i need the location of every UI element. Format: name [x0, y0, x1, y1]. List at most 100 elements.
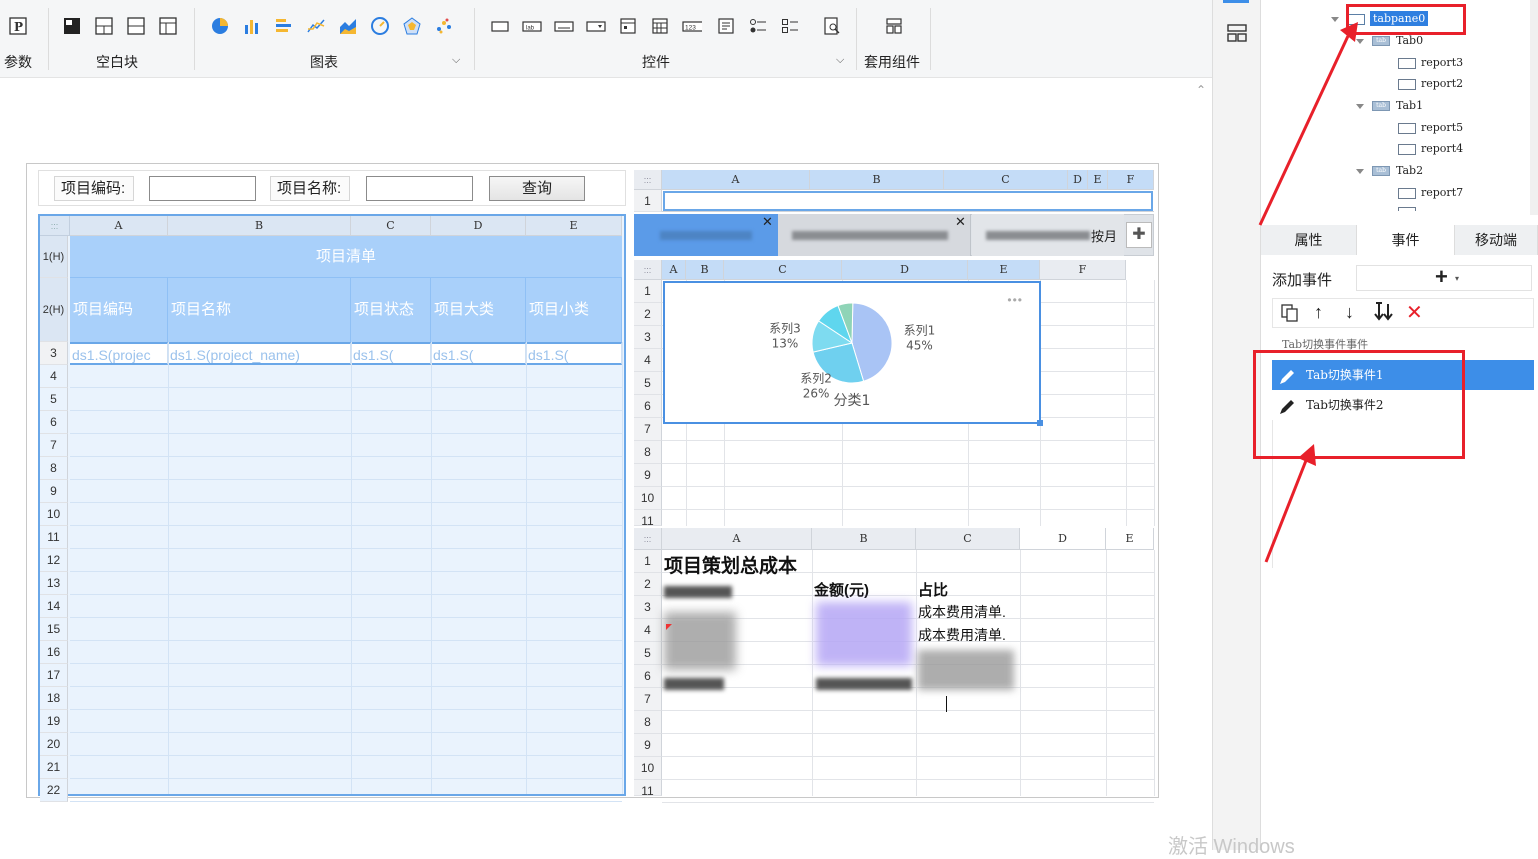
- sheet-corner-handle[interactable]: :::: [634, 260, 662, 280]
- row-header[interactable]: 5: [40, 388, 68, 411]
- param-label[interactable]: 参数: [4, 52, 32, 72]
- column-header[interactable]: B: [168, 216, 351, 236]
- textbox-icon[interactable]: [490, 16, 510, 36]
- report-sheet-left[interactable]: ::: A B C D E 1(H) 2(H) 项目清单 项目编码 项目名称 项目状态 项目大类 项目小类…: [38, 214, 626, 802]
- column-header[interactable]: F: [1040, 260, 1126, 280]
- amount-header-cell[interactable]: 金额(元): [814, 579, 869, 600]
- split-block-icon[interactable]: [94, 16, 114, 36]
- column-header[interactable]: E: [968, 260, 1040, 280]
- horizontal-bar-chart-icon[interactable]: [274, 16, 294, 36]
- horizontal-block-icon[interactable]: [126, 16, 146, 36]
- row-header[interactable]: 17: [40, 664, 68, 687]
- row-header[interactable]: 4: [40, 365, 68, 388]
- column-header[interactable]: B: [812, 528, 916, 550]
- tab-block-icon[interactable]: [158, 16, 178, 36]
- row-header[interactable]: 12: [40, 549, 68, 572]
- row-header[interactable]: 18: [40, 687, 68, 710]
- report-sheet-cost[interactable]: ::: A B C D E 1 2 3 4 5 6 7 8 9 10 11 项目策划总成本 金额(元) 占比 成本费用清…: [634, 528, 1155, 803]
- row-header[interactable]: 9: [634, 734, 662, 757]
- data-cell[interactable]: ds1.S(: [351, 342, 431, 365]
- row-header[interactable]: 6: [634, 395, 662, 418]
- row-header[interactable]: 14: [40, 595, 68, 618]
- row-header[interactable]: 1: [634, 190, 662, 212]
- parameter-icon[interactable]: P: [8, 16, 28, 36]
- row-header[interactable]: 5: [634, 642, 662, 665]
- table-header-cell[interactable]: 项目状态: [351, 278, 431, 342]
- pie-chart-widget[interactable]: ••• 系列1 45% 系列2 26% 系列3 13% 分类1: [663, 281, 1041, 424]
- list-title-cell[interactable]: 项目清单: [70, 236, 622, 278]
- row-header[interactable]: 1: [634, 550, 662, 573]
- chart-expand-icon[interactable]: ⌵: [452, 54, 460, 67]
- sheet-corner-handle[interactable]: :::: [634, 170, 662, 190]
- table-header-cell[interactable]: 项目大类: [431, 278, 526, 342]
- query-button[interactable]: 查询: [489, 176, 585, 201]
- add-tab-icon[interactable]: ✚: [1126, 222, 1152, 248]
- checkbox-group-control-icon[interactable]: [780, 16, 800, 36]
- tab-0-close-icon[interactable]: ✕: [762, 214, 773, 230]
- absolute-block-icon[interactable]: [62, 16, 82, 36]
- row-header[interactable]: 8: [40, 457, 68, 480]
- datepicker-control-icon[interactable]: [618, 16, 638, 36]
- column-header[interactable]: E: [526, 216, 622, 236]
- sheet-corner-handle[interactable]: :::: [634, 528, 662, 550]
- radio-group-control-icon[interactable]: [748, 16, 768, 36]
- data-cell[interactable]: ds1.S(: [431, 342, 526, 365]
- column-header[interactable]: E: [1106, 528, 1154, 550]
- tab-2[interactable]: 按月: [972, 214, 1124, 256]
- table-header-cell[interactable]: 项目名称: [168, 278, 351, 342]
- tab-1-close-icon[interactable]: ✕: [955, 214, 966, 230]
- template-component-label[interactable]: 套用组件: [864, 52, 920, 72]
- calendar-control-icon[interactable]: [650, 16, 670, 36]
- row-header[interactable]: 10: [634, 487, 662, 510]
- cost-title-cell[interactable]: 项目策划总成本: [664, 551, 797, 578]
- button-control-icon[interactable]: [554, 16, 574, 36]
- column-header[interactable]: D: [842, 260, 968, 280]
- project-code-input[interactable]: [149, 176, 256, 201]
- row-header[interactable]: 19: [40, 710, 68, 733]
- row-header[interactable]: 15: [40, 618, 68, 641]
- radar-chart-icon[interactable]: [402, 16, 422, 36]
- template-component-icon[interactable]: [884, 16, 904, 36]
- data-cell[interactable]: ds1.S(: [526, 342, 622, 365]
- row-header[interactable]: 3: [634, 596, 662, 619]
- row-header[interactable]: 2(H): [40, 278, 68, 342]
- column-header[interactable]: F: [1108, 170, 1154, 190]
- column-header[interactable]: A: [70, 216, 168, 236]
- row-header[interactable]: 6: [40, 411, 68, 434]
- ratio-cell[interactable]: 成本费用清单.: [918, 625, 1006, 645]
- data-cell[interactable]: ds1.S(project_name): [168, 342, 351, 365]
- row-header[interactable]: 1(H): [40, 236, 68, 278]
- column-header[interactable]: D: [1068, 170, 1088, 190]
- row-header[interactable]: 3: [634, 326, 662, 349]
- row-header[interactable]: 7: [634, 418, 662, 441]
- canvas-vertical-scrollbar[interactable]: ⌃: [1190, 79, 1212, 850]
- tab-0[interactable]: ✕: [634, 214, 778, 256]
- table-header-cell[interactable]: 项目小类: [526, 278, 622, 342]
- dropdown-control-icon[interactable]: [586, 16, 606, 36]
- preview-control-icon[interactable]: [822, 16, 842, 36]
- data-cell[interactable]: ds1.S(projec: [70, 342, 168, 365]
- label-control-icon[interactable]: lab: [522, 16, 542, 36]
- row-header[interactable]: 22: [40, 779, 68, 802]
- row-header[interactable]: 6: [634, 665, 662, 688]
- row-header[interactable]: 9: [40, 480, 68, 503]
- pie-chart-icon[interactable]: [210, 16, 230, 36]
- row-header[interactable]: 16: [40, 641, 68, 664]
- table-header-cell[interactable]: 项目编码: [70, 278, 168, 342]
- column-header[interactable]: C: [916, 528, 1020, 550]
- chart-resize-handle[interactable]: [1037, 420, 1043, 426]
- row-header[interactable]: 10: [40, 503, 68, 526]
- column-header[interactable]: C: [944, 170, 1068, 190]
- row-header[interactable]: 9: [634, 464, 662, 487]
- column-header[interactable]: D: [1020, 528, 1106, 550]
- row-header[interactable]: 20: [40, 733, 68, 756]
- row-header[interactable]: 10: [634, 757, 662, 780]
- row-header[interactable]: 7: [40, 434, 68, 457]
- column-header[interactable]: A: [662, 260, 686, 280]
- row-header[interactable]: 7: [634, 688, 662, 711]
- report-sheet-chart[interactable]: ::: A B C D E F 1 2 3 4 5 6 7 8 9 10 11 ••• 系列1 45% 系列2 26% 系列3…: [634, 260, 1155, 533]
- ratio-cell[interactable]: 成本费用清单.: [918, 602, 1006, 622]
- selected-cell[interactable]: [663, 191, 1153, 211]
- tab-1[interactable]: ✕: [778, 214, 971, 256]
- bar-chart-icon[interactable]: [242, 16, 262, 36]
